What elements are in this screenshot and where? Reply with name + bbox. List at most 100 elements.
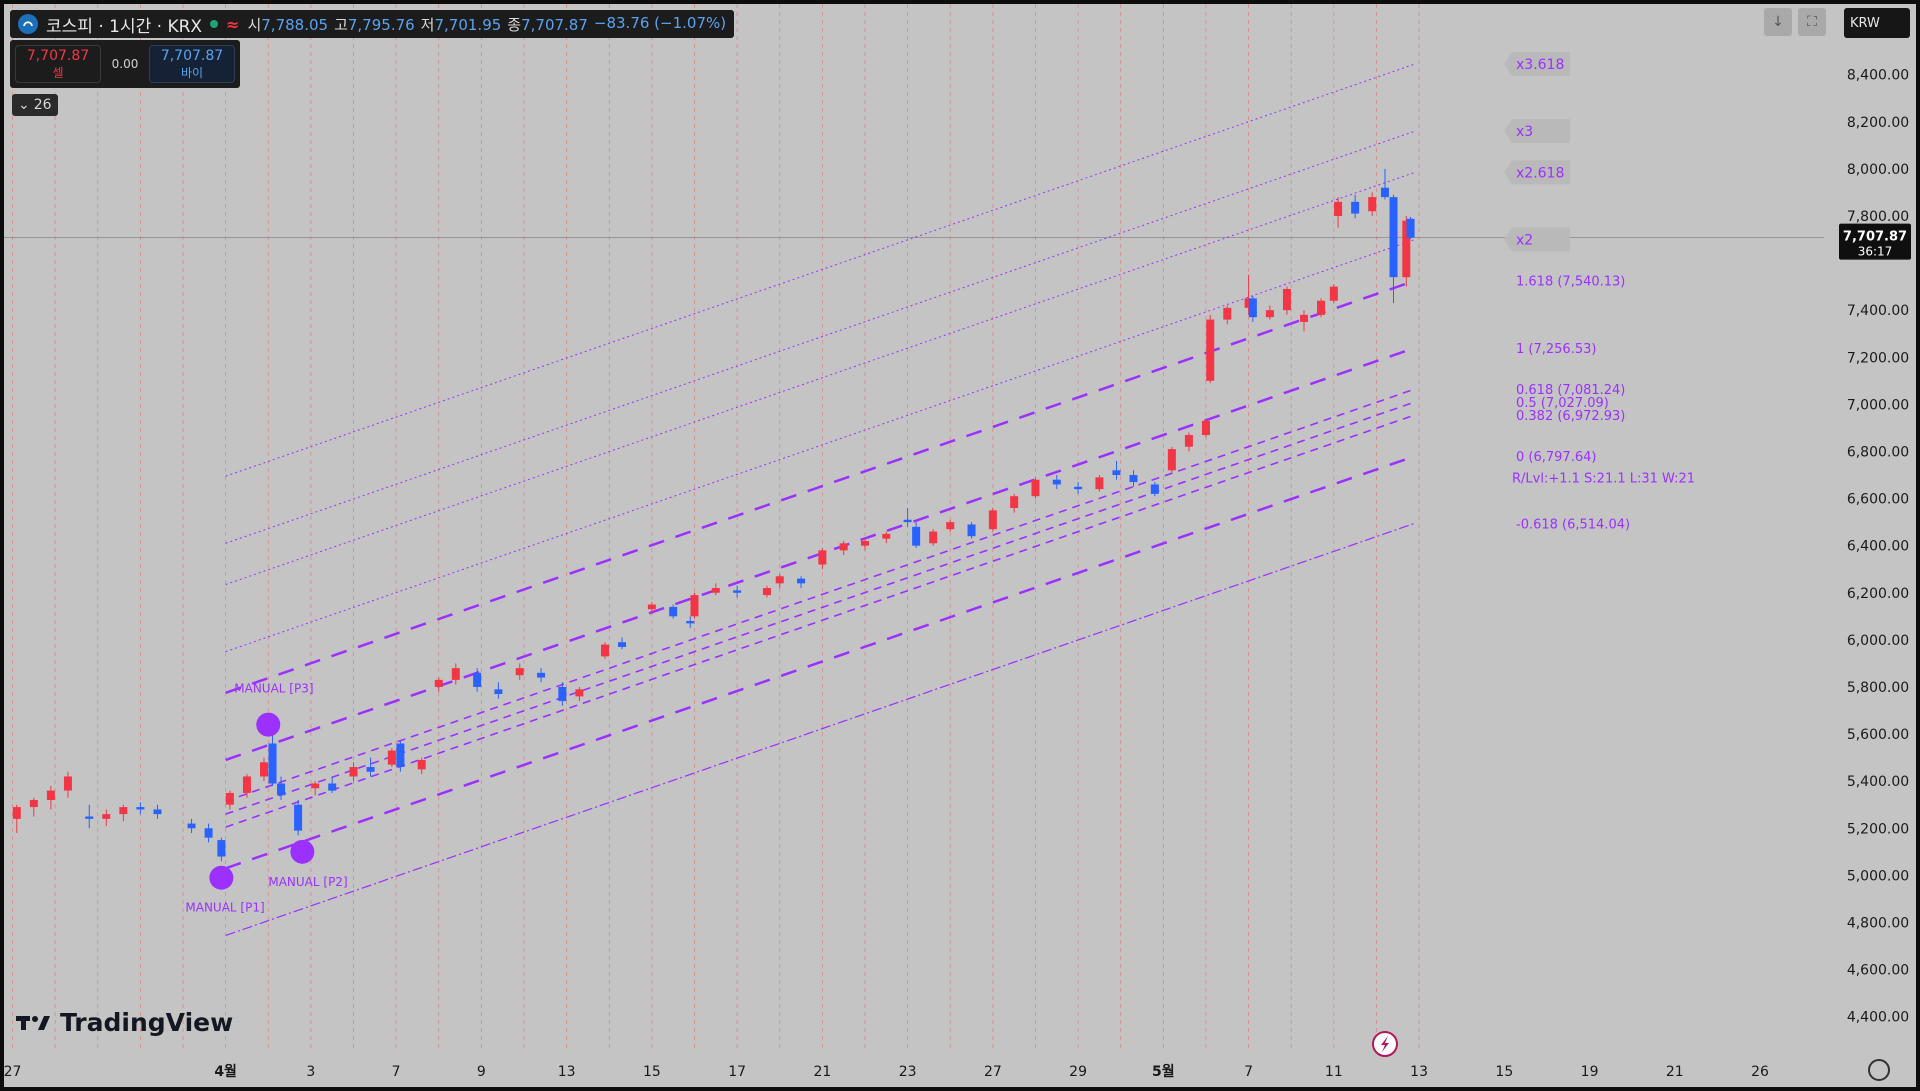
candle-body xyxy=(1334,201,1343,216)
fib-level-label: x2 xyxy=(1516,233,1533,249)
tradingview-logo-icon xyxy=(16,1015,50,1030)
x-axis-tick-label: 29 xyxy=(1069,1064,1087,1080)
y-axis-tick-label: 5,600.00 xyxy=(1847,727,1909,743)
sell-button[interactable]: 7,707.87 셀 xyxy=(15,45,101,83)
chevron-down-icon: ⌄ xyxy=(18,97,30,113)
candle-body xyxy=(618,642,627,647)
y-axis-tick-label: 6,400.00 xyxy=(1847,539,1909,555)
x-axis-tick-label: 9 xyxy=(477,1064,486,1080)
candle-body xyxy=(1248,298,1257,318)
candle-body xyxy=(473,672,482,687)
fib-channel-line xyxy=(225,522,1416,936)
candle-body xyxy=(387,750,396,765)
candle-body xyxy=(929,531,938,544)
candle-body xyxy=(946,522,955,530)
x-axis-tick-label: 4월 xyxy=(214,1063,237,1080)
candle-body xyxy=(119,807,128,815)
fib-channel-line xyxy=(225,239,1415,653)
brand-name: TradingView xyxy=(60,1008,234,1037)
candle-body xyxy=(1184,434,1193,447)
candle-body xyxy=(242,776,251,793)
candle-body xyxy=(328,783,337,791)
candle-body xyxy=(600,644,609,657)
price-chart[interactable]: x3.618 x3 x2.618 x2 1.618 (7,540.13) 1 (7,256… xyxy=(4,4,1916,1087)
fib-level-label: x2.618 xyxy=(1516,165,1564,181)
candle-body xyxy=(711,588,720,593)
y-axis-tick-label: 7,200.00 xyxy=(1847,350,1909,366)
symbol-title[interactable]: 코스피 · 1시간 · KRX xyxy=(46,12,202,37)
currency-selector[interactable]: KRW xyxy=(1844,8,1910,38)
y-axis-tick-label: 8,400.00 xyxy=(1847,68,1909,84)
x-axis-tick-label: 17 xyxy=(728,1064,746,1080)
y-axis-tick-label: 7,800.00 xyxy=(1847,209,1909,225)
bar-countdown: 36:17 xyxy=(1858,245,1893,259)
candle-body xyxy=(558,686,567,702)
fullscreen-button[interactable]: ⛶ xyxy=(1798,8,1826,36)
fib-level-label: -0.618 (6,514.04) xyxy=(1516,517,1630,532)
candle-body xyxy=(686,621,695,624)
chart-frame[interactable]: x3.618 x3 x2.618 x2 1.618 (7,540.13) 1 (7,256… xyxy=(4,4,1916,1087)
candle-body xyxy=(903,519,912,523)
candle-body xyxy=(63,776,72,791)
candle-body xyxy=(860,540,869,546)
candle-body xyxy=(396,743,405,768)
candle-body xyxy=(187,823,196,829)
candle-body xyxy=(204,828,213,838)
y-axis-tick-label: 8,000.00 xyxy=(1847,162,1909,178)
x-axis-tick-label: 13 xyxy=(1410,1064,1428,1080)
candle-body xyxy=(647,604,656,610)
candle-body xyxy=(1031,479,1040,497)
candle-body xyxy=(967,524,976,537)
buy-price: 7,707.87 xyxy=(160,48,224,64)
candle-body xyxy=(669,606,678,617)
candle-body xyxy=(1167,449,1176,471)
candle-body xyxy=(136,807,145,810)
candle-body xyxy=(1201,420,1210,435)
x-axis-tick-label: 11 xyxy=(1325,1064,1343,1080)
fib-level-label: 1.618 (7,540.13) xyxy=(1516,275,1625,290)
fib-label-tag xyxy=(1504,119,1570,144)
x-axis-tick-label: 26 xyxy=(1751,1064,1769,1080)
indicator-count: 26 xyxy=(33,97,52,113)
candle-body xyxy=(575,689,584,697)
high-value: 7,795.76 xyxy=(347,15,415,34)
y-axis-tick-label: 5,000.00 xyxy=(1847,868,1909,884)
candle-body xyxy=(912,526,921,546)
anchor-label: MANUAL [P1] xyxy=(185,901,264,915)
download-button[interactable]: ↓ xyxy=(1764,8,1792,36)
x-axis-tick-label: 5월 xyxy=(1152,1063,1175,1080)
change-value: −83.76 (−1.07%) xyxy=(593,13,727,32)
fib-info-label: R/Lvl:+1.1 S:21.1 L:31 W:21 xyxy=(1512,471,1695,486)
x-axis-tick-label: 21 xyxy=(1666,1064,1684,1080)
open-label: 시 xyxy=(247,15,262,34)
spread-value: 0.00 xyxy=(111,57,139,71)
buy-label: 바이 xyxy=(180,66,204,80)
indicators-toggle-button[interactable]: ⌄ 26 xyxy=(12,94,58,116)
candle-body xyxy=(762,588,771,596)
candle-body xyxy=(1150,484,1159,494)
candle-body xyxy=(775,576,784,584)
buy-button[interactable]: 7,707.87 바이 xyxy=(149,45,235,83)
candle-body xyxy=(217,840,226,857)
candle-body xyxy=(537,672,546,678)
tradingview-logo: TradingView xyxy=(16,1008,233,1037)
close-label: 종 xyxy=(507,15,522,34)
fib-channel-line xyxy=(225,454,1416,870)
market-open-status-icon xyxy=(210,20,219,28)
fib-channel-line xyxy=(225,279,1416,695)
y-axis-tick-label: 4,600.00 xyxy=(1847,963,1909,979)
candle-body xyxy=(1329,286,1338,301)
candle-body xyxy=(1317,300,1326,315)
fib-channel-line xyxy=(225,171,1415,585)
settings-gear-icon[interactable] xyxy=(1868,1059,1890,1081)
anchor-point xyxy=(209,865,234,890)
candle-body xyxy=(366,767,375,772)
y-axis-tick-label: 5,400.00 xyxy=(1847,774,1909,790)
candle-body xyxy=(102,814,111,819)
fib-channel-line xyxy=(225,388,1416,802)
y-axis-tick-label: 6,800.00 xyxy=(1847,444,1909,460)
candle-body xyxy=(268,743,277,784)
x-axis-tick-label: 15 xyxy=(643,1064,661,1080)
x-axis-tick-label: 27 xyxy=(4,1064,21,1080)
x-axis-tick-label: 19 xyxy=(1581,1064,1599,1080)
